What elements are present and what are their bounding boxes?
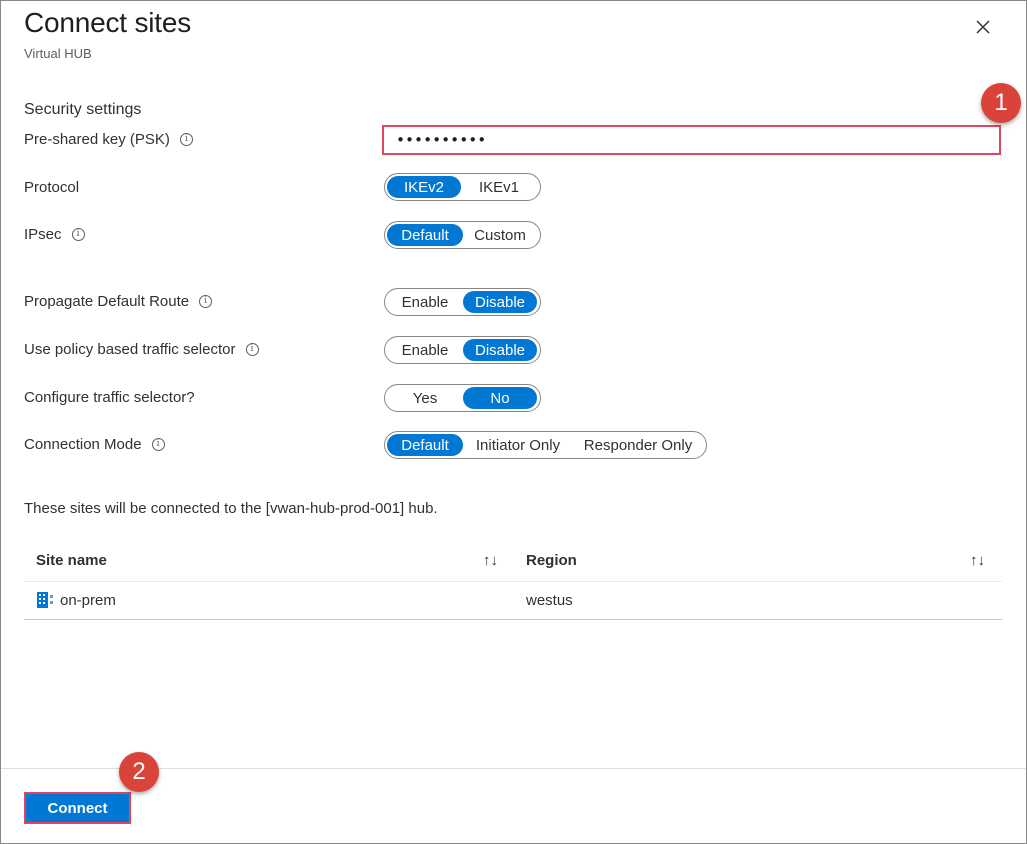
connection-mode-label-row: Connection Mode i <box>24 436 165 453</box>
propagate-option-enable[interactable]: Enable <box>387 291 463 313</box>
connection-mode-label: Connection Mode <box>24 436 142 453</box>
info-icon[interactable]: i <box>245 343 259 356</box>
connection-mode-option-default[interactable]: Default <box>387 434 463 456</box>
column-header-site-name[interactable]: Site name <box>36 552 107 569</box>
info-icon[interactable]: i <box>179 133 193 146</box>
propagate-label: Propagate Default Route <box>24 293 190 310</box>
configure-selector-option-no[interactable]: No <box>463 387 537 409</box>
security-settings-heading: Security settings <box>24 101 142 118</box>
psk-label-row: Pre-shared key (PSK) i <box>24 131 193 148</box>
psk-label: Pre-shared key (PSK) <box>24 131 170 148</box>
page-subtitle: Virtual HUB <box>24 46 92 61</box>
close-button[interactable] <box>969 13 997 41</box>
policy-selector-label: Use policy based traffic selector <box>24 341 236 358</box>
region-cell: westus <box>526 592 573 609</box>
connection-mode-toggle: Default Initiator Only Responder Only <box>384 431 707 459</box>
connection-mode-option-initiator[interactable]: Initiator Only <box>463 434 573 456</box>
sort-icon[interactable]: ↑↓ <box>970 552 985 569</box>
policy-selector-option-enable[interactable]: Enable <box>387 339 463 361</box>
protocol-toggle: IKEv2 IKEv1 <box>384 173 541 201</box>
connect-sites-panel: Connect sites Virtual HUB Security setti… <box>0 0 1027 844</box>
ipsec-toggle: Default Custom <box>384 221 541 249</box>
propagate-label-row: Propagate Default Route i <box>24 293 213 310</box>
protocol-option-ikev2[interactable]: IKEv2 <box>387 176 461 198</box>
sort-icon[interactable]: ↑↓ <box>483 552 498 569</box>
propagate-toggle: Enable Disable <box>384 288 541 316</box>
propagate-option-disable[interactable]: Disable <box>463 291 537 313</box>
callout-badge-1: 1 <box>981 83 1021 123</box>
info-icon[interactable]: i <box>151 438 165 451</box>
ipsec-label-row: IPsec i <box>24 226 85 243</box>
ipsec-option-default[interactable]: Default <box>387 224 463 246</box>
sites-description: These sites will be connected to the [vw… <box>24 500 438 517</box>
policy-selector-toggle: Enable Disable <box>384 336 541 364</box>
building-icon <box>37 592 53 608</box>
policy-selector-label-row: Use policy based traffic selector i <box>24 341 259 358</box>
column-header-region[interactable]: Region <box>526 552 577 569</box>
connect-button[interactable]: Connect <box>24 792 131 824</box>
configure-selector-label-row: Configure traffic selector? <box>24 389 195 406</box>
info-icon[interactable]: i <box>199 295 213 308</box>
configure-selector-toggle: Yes No <box>384 384 541 412</box>
psk-input[interactable] <box>382 125 1001 155</box>
configure-selector-option-yes[interactable]: Yes <box>387 387 463 409</box>
policy-selector-option-disable[interactable]: Disable <box>463 339 537 361</box>
protocol-option-ikev1[interactable]: IKEv1 <box>461 176 537 198</box>
info-icon[interactable]: i <box>71 228 85 241</box>
callout-badge-2: 2 <box>119 752 159 792</box>
close-icon <box>976 20 990 34</box>
site-name-cell: on-prem <box>60 592 116 609</box>
sites-table: Site name ↑↓ Region ↑↓ on-prem westus <box>24 542 1002 620</box>
connection-mode-option-responder[interactable]: Responder Only <box>573 434 703 456</box>
table-header: Site name ↑↓ Region ↑↓ <box>24 542 1002 582</box>
configure-selector-label: Configure traffic selector? <box>24 389 195 406</box>
ipsec-label: IPsec <box>24 226 62 243</box>
table-row[interactable]: on-prem westus <box>24 582 1002 620</box>
ipsec-option-custom[interactable]: Custom <box>463 224 537 246</box>
page-title: Connect sites <box>24 7 192 38</box>
protocol-label-row: Protocol <box>24 179 79 196</box>
protocol-label: Protocol <box>24 179 80 196</box>
